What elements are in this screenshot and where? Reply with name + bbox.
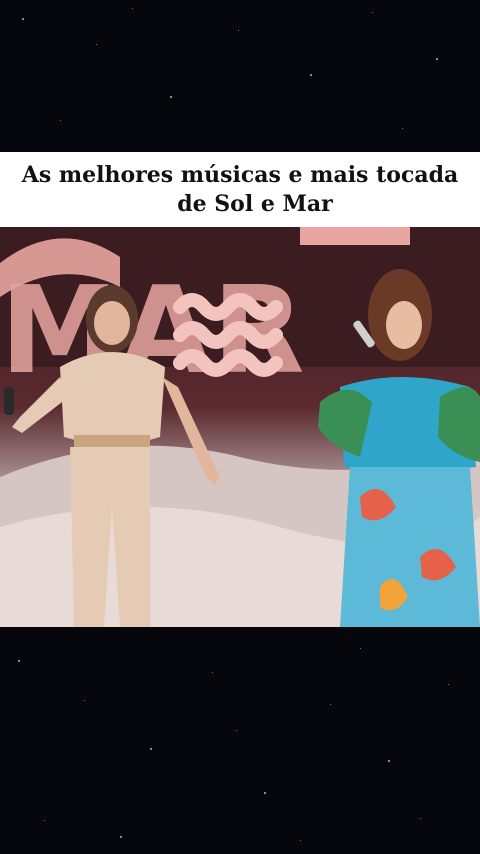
- microphone-icon: [4, 387, 14, 415]
- star: [22, 18, 24, 20]
- caption-line-1: As melhores músicas e mais tocada: [21, 161, 459, 188]
- video-frame[interactable]: MAR: [0, 227, 480, 627]
- star: [18, 660, 20, 662]
- star: [372, 12, 373, 13]
- star: [310, 74, 312, 76]
- star: [170, 96, 172, 98]
- caption-banner: As melhores músicas e mais tocada de Sol…: [0, 152, 480, 227]
- stage-scene: MAR: [0, 227, 480, 627]
- star: [436, 58, 438, 60]
- backdrop-shape: [300, 227, 410, 245]
- star: [96, 44, 97, 45]
- star: [150, 748, 152, 750]
- star: [238, 30, 239, 31]
- star: [120, 836, 122, 838]
- star: [402, 128, 403, 129]
- star: [330, 704, 331, 705]
- star: [360, 648, 361, 649]
- star: [448, 684, 449, 685]
- star: [388, 760, 390, 762]
- caption-line-2: de Sol e Mar: [177, 190, 333, 217]
- star: [236, 730, 237, 731]
- star: [264, 792, 266, 794]
- star: [212, 672, 213, 673]
- star: [84, 700, 85, 701]
- star: [60, 120, 61, 121]
- star: [300, 840, 301, 841]
- star: [44, 820, 45, 821]
- star: [132, 8, 133, 9]
- star: [420, 818, 421, 819]
